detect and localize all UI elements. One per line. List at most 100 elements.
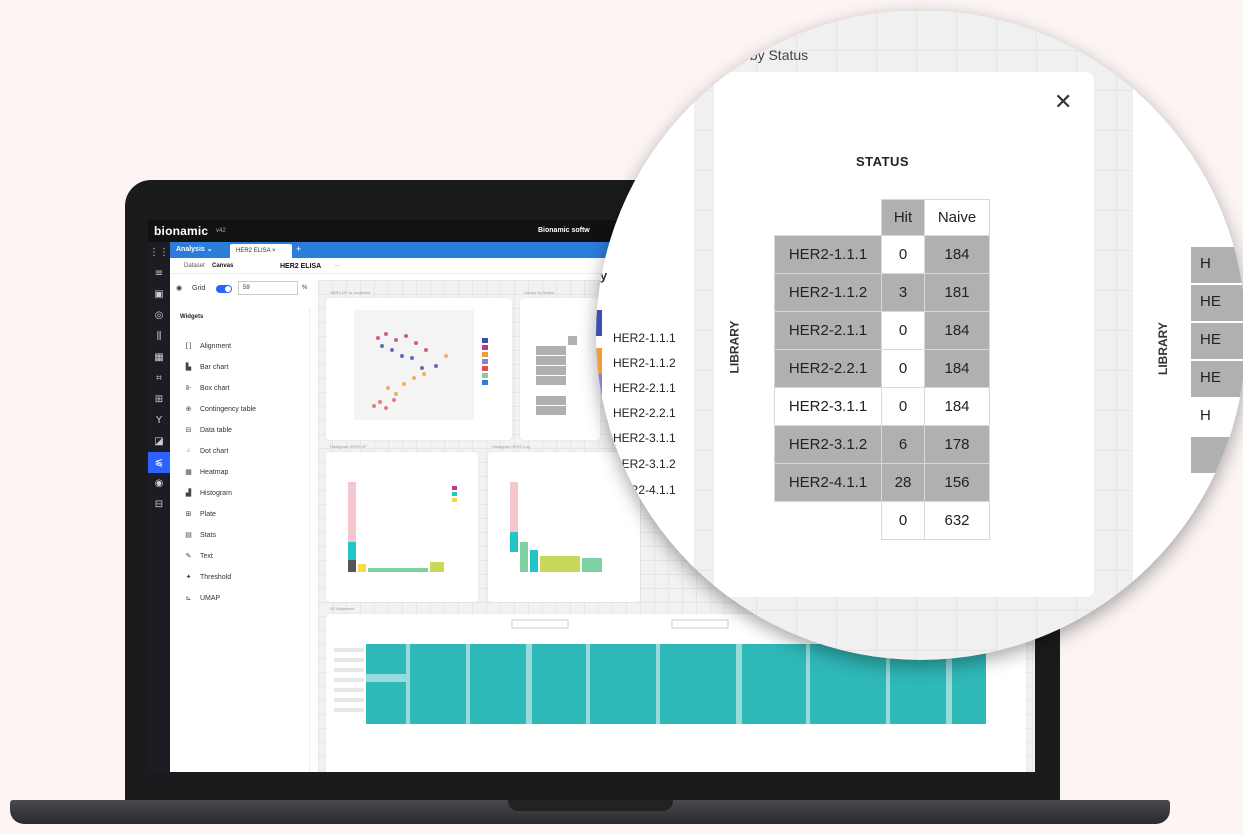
tab-her2-elisa[interactable]: HER2 ELISA × (230, 244, 292, 258)
widget-text[interactable]: ✎ Text (184, 552, 213, 560)
row-header: HER2-2.1.1 (774, 311, 882, 350)
widget-stats[interactable]: ▤ Stats (184, 531, 216, 539)
bar-chart-icon: ▙ (185, 363, 192, 371)
row-header-fragment: HE (1191, 361, 1243, 397)
eye-icon[interactable]: ◉ (176, 284, 182, 292)
hit-cell: 0 (881, 311, 925, 350)
tab-analysis[interactable]: Analysis ⌄ (176, 245, 213, 253)
heatmap-icon: ▦ (185, 468, 192, 476)
widget-dot-chart[interactable]: ⁘ Dot chart (184, 447, 229, 455)
histogram-card-1[interactable]: Histogram HER2 UF (326, 444, 478, 602)
menu-icon[interactable]: ≡ (148, 263, 170, 284)
row-header-fragment: H (1191, 399, 1243, 435)
close-icon[interactable]: ✕ (1054, 90, 1072, 115)
version-label: v42 (216, 228, 226, 234)
threshold-icon: ✦ (185, 573, 192, 581)
add-tab-button[interactable]: + (296, 244, 301, 254)
widget-box-chart[interactable]: ⊪ Box chart (184, 384, 229, 392)
plate-nav-icon[interactable]: ▦ (148, 347, 170, 368)
color-strip (596, 452, 602, 478)
totals-label-cell (774, 501, 882, 540)
text-icon: ✎ (185, 552, 192, 560)
bionamic-logo: bionamic (154, 224, 209, 238)
naive-cell: 178 (924, 425, 990, 464)
hit-cell: 0 (881, 387, 925, 426)
naive-cell: 156 (924, 463, 990, 502)
zoom-unit: % (302, 285, 308, 291)
naive-cell: 181 (924, 273, 990, 312)
laptop-notch (508, 800, 673, 811)
naive-cell: 184 (924, 387, 990, 426)
legend-library-item: HER2-4.1.1 (613, 483, 676, 497)
card-title: Library by Status (524, 290, 555, 295)
table-row: HER2-1.1.2 3 181 (774, 273, 990, 312)
widget-heatmap[interactable]: ▦ Heatmap (184, 468, 228, 476)
zoom-input[interactable]: 59 (238, 281, 298, 295)
color-strip (596, 374, 602, 400)
tab-dataset[interactable]: Dataset (184, 263, 205, 269)
crosshair-icon[interactable]: ⌗ (148, 368, 170, 389)
color-strip (596, 310, 602, 336)
window-title: Bionamic softw (538, 227, 590, 234)
widget-bar-chart[interactable]: ▙ Bar chart (184, 363, 229, 371)
table-row: HER2-1.1.1 0 184 (774, 235, 990, 274)
row-axis-title: LIBRARY (1156, 322, 1170, 375)
row-header: HER2-1.1.2 (774, 273, 882, 312)
tab-canvas[interactable]: Canvas (212, 263, 233, 269)
contingency-table: Hit Naive HER2-1.1.1 0 184 HER2-1.1.2 3 … (774, 199, 990, 540)
grid-label: Grid (192, 285, 206, 292)
grid-nav-icon[interactable]: ⊟ (148, 494, 170, 515)
row-axis-title: LIBRARY (727, 320, 742, 374)
plate-icon: ⊞ (185, 510, 192, 518)
widgets-panel: Widgets [] Alignment ▙ Bar chart ⊪ Box char… (170, 308, 310, 772)
table-row: HER2-3.1.2 6 178 (774, 425, 990, 464)
widget-plate[interactable]: ⊞ Plate (184, 510, 216, 518)
legend-library-item: HER2-1.1.1 (613, 331, 676, 345)
library-icon[interactable]: ⫼ (148, 326, 170, 347)
contingency-table-card: ✕ STATUS LIBRARY Hit Naive HER2-1.1.1 0 … (714, 72, 1094, 597)
antibody-icon[interactable]: Y (148, 410, 170, 431)
histogram-icon: ▟ (185, 489, 192, 497)
widget-histogram[interactable]: ▟ Histogram (184, 489, 232, 497)
table-row: HER2-2.1.1 0 184 (774, 311, 990, 350)
hit-cell: 28 (881, 463, 925, 502)
contingency-card-thumbnail[interactable]: Library by Status (520, 290, 600, 440)
column-header-naive: Naive (924, 199, 990, 236)
table-header-row: Hit Naive (775, 199, 990, 236)
column-axis-title: STATUS (856, 154, 910, 169)
widget-umap[interactable]: ⊾ UMAP (184, 594, 221, 602)
save-icon[interactable]: ▣ (148, 284, 170, 305)
table-row: HER2-3.1.1 0 184 (774, 387, 990, 426)
hit-total: 0 (881, 501, 925, 540)
row-header-fragment: HE (1191, 323, 1243, 359)
totals-row: 0 632 (774, 501, 990, 540)
column-header-hit: Hit (881, 199, 925, 236)
magnifier-zoom: brary by Status y HER2-1.1.1 HER2-1.1.2 … (596, 10, 1243, 660)
compass-icon[interactable]: ◎ (148, 305, 170, 326)
widget-contingency-table[interactable]: ⊕ Contingency table (184, 405, 256, 413)
table-row: HER2-2.2.1 0 184 (774, 349, 990, 388)
card-title: HER2 UF vs Undiluted (330, 290, 371, 295)
naive-total: 632 (924, 501, 990, 540)
scatter-plot-card[interactable]: HER2 UF vs Undiluted (326, 290, 512, 440)
card-title: UF Alignment (330, 606, 355, 611)
table-row: HER2-4.1.1 28 156 (774, 463, 990, 502)
grid-toggle[interactable] (216, 285, 232, 293)
card-header-library-by-status: brary by Status (714, 47, 809, 63)
contingency-thumbnail (536, 336, 577, 415)
row-header: HER2-3.1.2 (774, 425, 882, 464)
hit-cell: 0 (881, 235, 925, 274)
widget-threshold[interactable]: ✦ Threshold (184, 573, 232, 581)
scatter-plot-thumbnail (354, 310, 488, 420)
contrast-icon[interactable]: ◪ (148, 431, 170, 452)
apps-grid-icon[interactable]: ⋮⋮ (148, 242, 170, 263)
target-icon[interactable]: ◉ (148, 473, 170, 494)
analysis-icon[interactable]: ⫹ (148, 452, 170, 473)
card-title: Histogram HER2 UF (330, 444, 367, 449)
more-button[interactable]: ··· (334, 263, 340, 269)
table-nav-icon[interactable]: ⊞ (148, 389, 170, 410)
naive-cell: 184 (924, 311, 990, 350)
close-icon[interactable]: ✕ (668, 98, 682, 118)
widget-alignment[interactable]: [] Alignment (184, 342, 231, 350)
widget-data-table[interactable]: ⊟ Data table (184, 426, 232, 434)
